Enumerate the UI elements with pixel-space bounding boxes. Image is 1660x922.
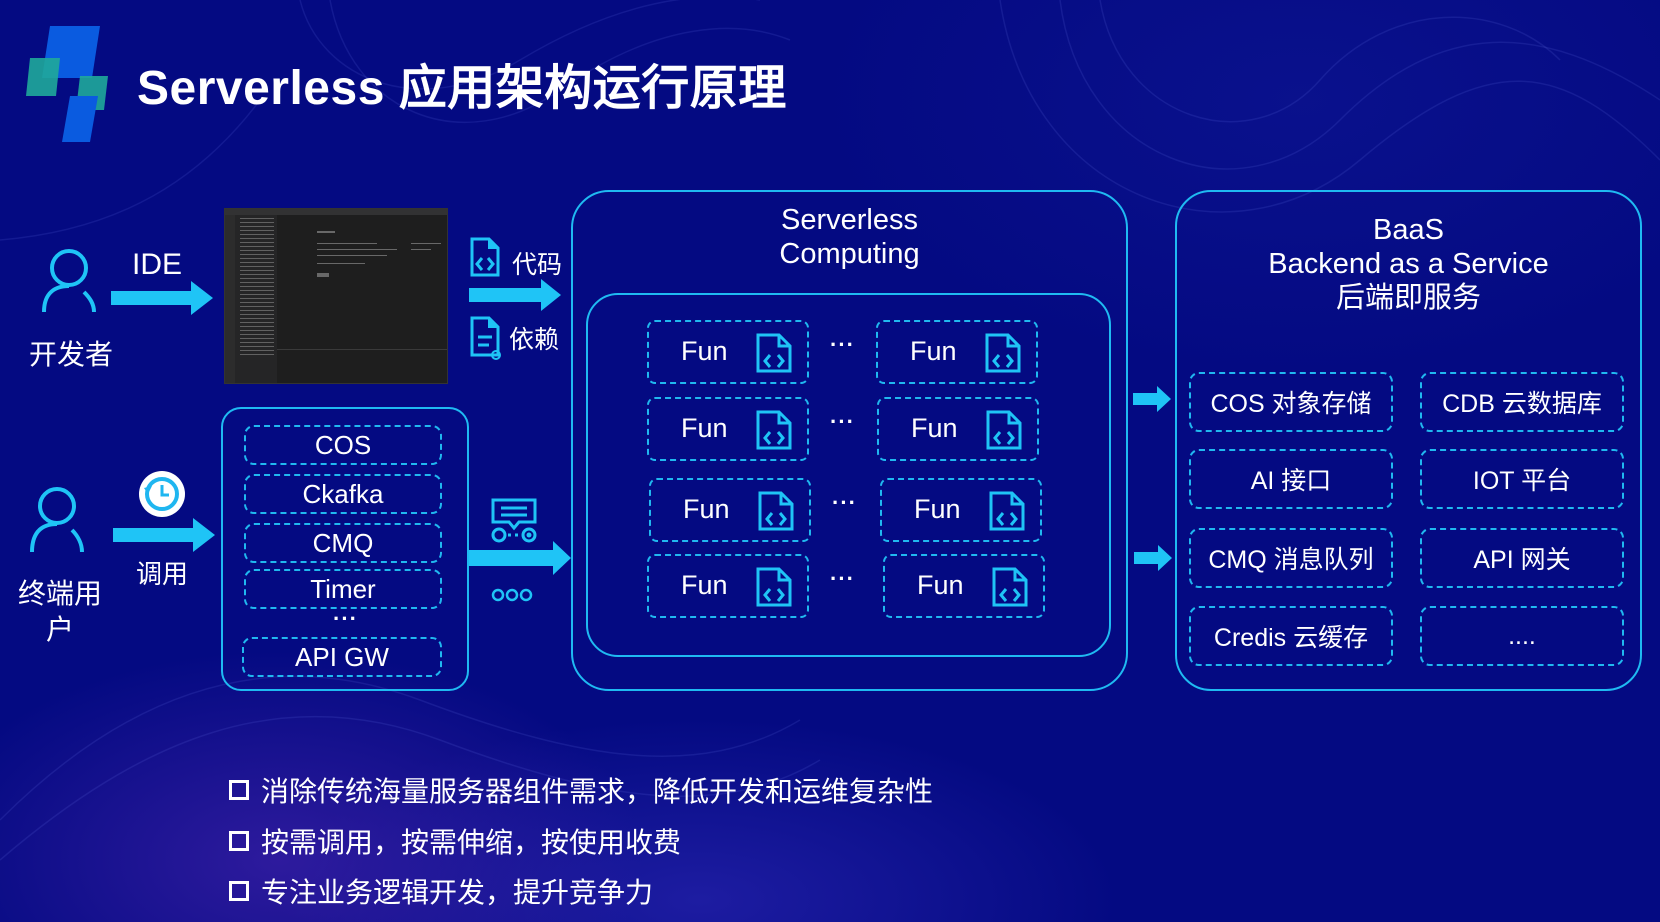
- baas-service-item: Credis 云缓存: [1189, 606, 1393, 666]
- dependency-label: 依赖: [509, 326, 560, 354]
- code-file-icon: [756, 333, 792, 373]
- ide-label: IDE: [132, 248, 183, 281]
- code-file-icon: [756, 567, 792, 607]
- ide-arrow: [111, 281, 213, 315]
- checkbox-square-icon: [229, 881, 249, 901]
- baas-service-item: CDB 云数据库: [1420, 372, 1624, 432]
- bullet-item: 专注业务逻辑开发，提升竞争力: [229, 871, 653, 911]
- invoke-label: 调用: [136, 559, 189, 589]
- function-label: Fun: [911, 413, 958, 443]
- function-label: Fun: [914, 494, 961, 524]
- code-file-icon: [989, 491, 1025, 531]
- serverless-title-line1: Serverless: [781, 204, 918, 236]
- developer-label: 开发者: [29, 339, 114, 370]
- trigger-item: COS: [244, 425, 442, 465]
- baas-service-item: ....: [1420, 606, 1624, 666]
- function-label: Fun: [681, 336, 728, 366]
- baas-service-item: IOT 平台: [1420, 449, 1624, 509]
- bullet-item: 按需调用，按需伸缩，按使用收费: [229, 821, 681, 861]
- function-ellipsis: ···: [830, 409, 855, 434]
- baas-title-line3: 后端即服务: [1335, 282, 1481, 314]
- function-ellipsis: ···: [830, 332, 855, 357]
- code-file-icon: [985, 333, 1021, 373]
- trigger-ellipsis: ···: [333, 606, 358, 631]
- bullet-text: 按需调用，按需伸缩，按使用收费: [261, 827, 682, 858]
- serverless-computing-title: Serverless Computing: [571, 203, 1128, 271]
- baas-service-item: CMQ 消息队列: [1189, 528, 1393, 588]
- code-file-icon: [470, 237, 500, 277]
- bullet-text: 专注业务逻辑开发，提升竞争力: [261, 877, 654, 908]
- code-arrow: [469, 279, 561, 311]
- brand-logo: [26, 26, 108, 142]
- event-arrow: [469, 541, 571, 575]
- code-file-icon: [756, 410, 792, 450]
- ide-screenshot: [224, 208, 448, 384]
- trigger-item: Timer: [244, 569, 442, 609]
- function-ellipsis: ···: [830, 566, 855, 591]
- page-title: Serverless 应用架构运行原理: [137, 62, 787, 115]
- serverless-title-line2: Computing: [779, 238, 920, 270]
- function-label: Fun: [681, 570, 728, 600]
- function-instance: Fun: [647, 320, 809, 384]
- baas-service-item: AI 接口: [1189, 449, 1393, 509]
- clock-invoke-icon: [139, 471, 185, 517]
- dependency-file-icon: [470, 316, 501, 360]
- baas-title: BaaS Backend as a Service 后端即服务: [1175, 213, 1642, 315]
- connector-dots-icon: [491, 588, 533, 602]
- baas-title-line2: Backend as a Service: [1268, 248, 1549, 280]
- function-ellipsis: ···: [832, 490, 857, 515]
- trigger-item-api-gw: API GW: [242, 637, 442, 677]
- baas-arrow-top: [1133, 386, 1171, 412]
- checkbox-square-icon: [229, 831, 249, 851]
- code-file-icon: [758, 491, 794, 531]
- function-label: Fun: [681, 413, 728, 443]
- end-user-icon: [30, 487, 84, 553]
- function-instance: Fun: [877, 397, 1039, 461]
- function-label: Fun: [910, 336, 957, 366]
- developer-user-icon: [42, 249, 96, 313]
- invoke-arrow: [113, 518, 215, 552]
- end-user-label: 终端用户: [17, 578, 102, 645]
- trigger-item: Ckafka: [244, 474, 442, 514]
- function-instance: Fun: [649, 478, 811, 542]
- event-message-icon: [491, 498, 537, 543]
- baas-service-item: API 网关: [1420, 528, 1624, 588]
- function-instance: Fun: [876, 320, 1038, 384]
- baas-service-item: COS 对象存储: [1189, 372, 1393, 432]
- function-instance: Fun: [647, 397, 809, 461]
- baas-title-line1: BaaS: [1373, 214, 1444, 246]
- code-file-icon: [992, 567, 1028, 607]
- baas-arrow-bottom: [1134, 545, 1172, 571]
- trigger-item: CMQ: [244, 523, 442, 563]
- function-instance: Fun: [883, 554, 1045, 618]
- function-instance: Fun: [647, 554, 809, 618]
- bullet-text: 消除传统海量服务器组件需求，降低开发和运维复杂性: [261, 776, 934, 807]
- function-label: Fun: [683, 494, 730, 524]
- function-label: Fun: [917, 570, 964, 600]
- checkbox-square-icon: [229, 780, 249, 800]
- code-label: 代码: [512, 251, 563, 279]
- bullet-item: 消除传统海量服务器组件需求，降低开发和运维复杂性: [229, 770, 933, 810]
- code-file-icon: [986, 410, 1022, 450]
- function-instance: Fun: [880, 478, 1042, 542]
